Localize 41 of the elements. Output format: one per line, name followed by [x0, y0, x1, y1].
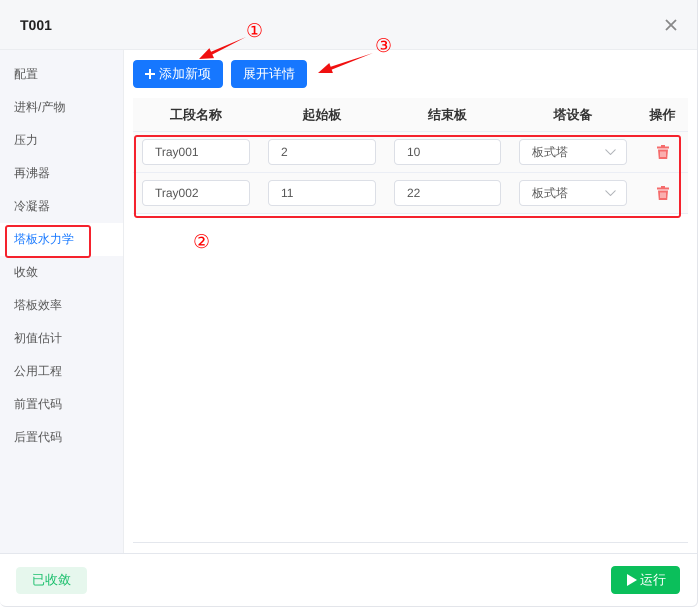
callout-arrow: [199, 37, 246, 59]
sidebar-item[interactable]: 进料/产物: [0, 91, 123, 124]
delete-icon[interactable]: [656, 145, 668, 159]
sidebar-item[interactable]: 塔板效率: [0, 289, 123, 322]
callout-number: ①: [246, 22, 264, 41]
sidebar-item[interactable]: 后置代码: [0, 421, 123, 454]
sidebar-item[interactable]: 初值估计: [0, 322, 123, 355]
callout-number: ③: [375, 37, 392, 56]
stage-name-field[interactable]: Tray001: [142, 139, 250, 165]
start-tray-field[interactable]: 11: [268, 180, 376, 206]
sidebar-item[interactable]: 塔板水力学: [0, 223, 123, 256]
column-header: 工段名称: [169, 106, 223, 124]
column-header: 塔设备: [552, 106, 594, 124]
chevron-down-icon: [605, 190, 616, 196]
close-icon[interactable]: [665, 18, 677, 30]
end-tray-field[interactable]: 22: [394, 180, 501, 206]
column-header: 结束板: [426, 106, 468, 124]
equipment-select[interactable]: 板式塔: [519, 139, 627, 165]
sidebar-item[interactable]: 收敛: [0, 256, 123, 289]
column-header: 起始板: [302, 106, 342, 124]
equipment-select[interactable]: 板式塔: [519, 180, 627, 206]
plus-icon: [145, 69, 155, 79]
play-icon: [627, 574, 637, 586]
sidebar-item[interactable]: 公用工程: [0, 355, 123, 388]
add-item-button[interactable]: 添加新项: [133, 60, 223, 88]
sidebar-item[interactable]: 再沸器: [0, 157, 123, 190]
sidebar-item[interactable]: 冷凝器: [0, 190, 123, 223]
start-tray-field[interactable]: 2: [268, 139, 376, 165]
end-tray-field[interactable]: 10: [394, 139, 501, 165]
sidebar-item[interactable]: 前置代码: [0, 388, 123, 421]
callout-number: ②: [193, 233, 210, 252]
stage-name-field[interactable]: Tray002: [142, 180, 250, 206]
status-tag: 已收敛: [16, 566, 87, 594]
window-title: T001: [20, 16, 52, 32]
chevron-down-icon: [605, 149, 616, 155]
sidebar-item[interactable]: 压力: [0, 124, 123, 157]
expand-details-button[interactable]: 展开详情: [231, 60, 307, 88]
callout-arrow: [318, 53, 373, 74]
column-header: 操作: [648, 106, 676, 124]
delete-icon[interactable]: [656, 186, 668, 200]
sidebar-item[interactable]: 配置: [0, 58, 123, 91]
